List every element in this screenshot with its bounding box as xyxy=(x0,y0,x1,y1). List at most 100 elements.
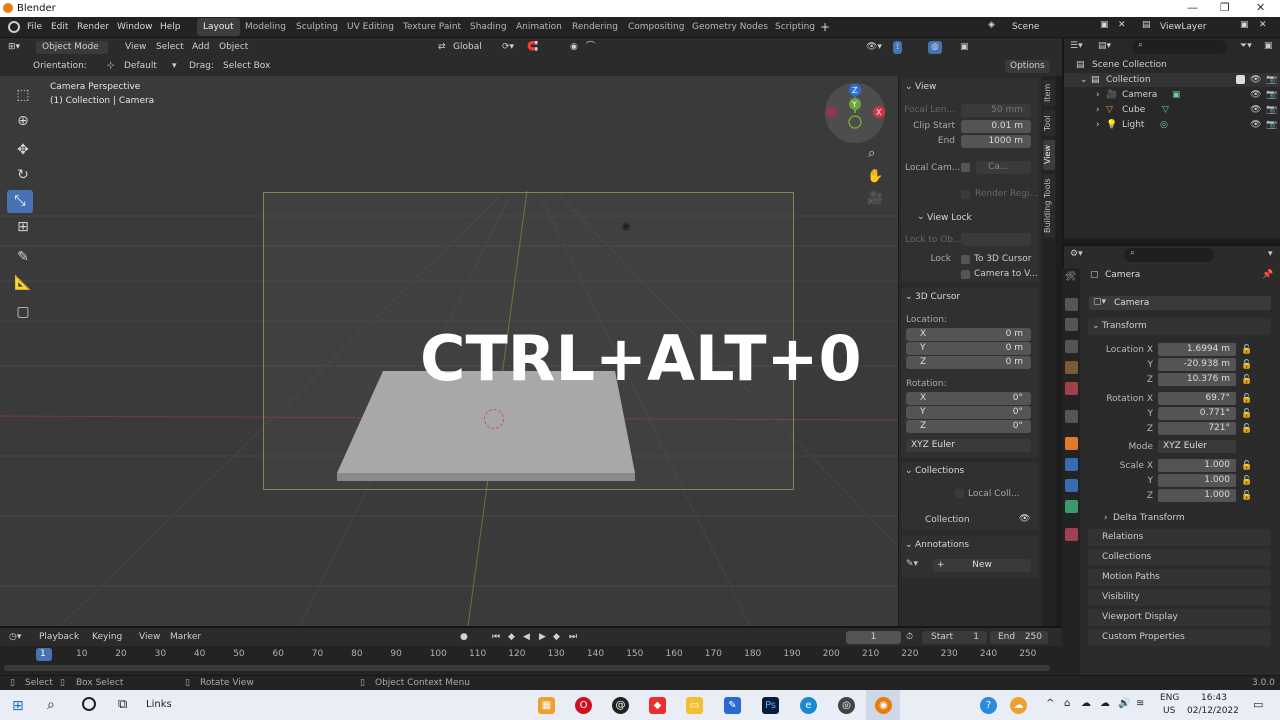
delta-transform-header[interactable]: Delta Transform xyxy=(1113,513,1185,523)
tab-texture-paint[interactable]: Texture Paint xyxy=(397,18,467,36)
collection-visibility-icon[interactable]: 👁 xyxy=(1019,514,1030,524)
snap-icon[interactable]: 🧲 xyxy=(527,41,538,54)
cursor-tool-icon[interactable]: ⊕ xyxy=(10,110,36,133)
visibility-panel-header[interactable]: Visibility xyxy=(1088,589,1271,606)
viewlayer-name[interactable]: ViewLayer xyxy=(1160,22,1206,32)
scale-y-field[interactable]: 1.000 xyxy=(1158,474,1236,487)
minimize-icon[interactable]: — xyxy=(1187,1,1198,14)
scale-x-field[interactable]: 1.000 xyxy=(1158,459,1236,472)
light-data-icon[interactable]: ◎ xyxy=(1160,118,1168,132)
menu-add[interactable]: Add xyxy=(192,41,209,54)
lock-location-z-icon[interactable]: 🔓 xyxy=(1241,375,1252,385)
play-icon[interactable]: ▶ xyxy=(539,631,546,644)
jump-start-icon[interactable]: ⏮ xyxy=(492,631,500,644)
editor-type-icon[interactable]: ⊞▾ xyxy=(8,41,20,54)
cortana-icon[interactable] xyxy=(82,697,96,711)
texture-tab-icon[interactable] xyxy=(1065,528,1078,541)
tab-item[interactable]: Item xyxy=(1043,80,1055,106)
edge-icon[interactable]: e xyxy=(800,697,817,714)
notifications-icon[interactable]: ▭ xyxy=(1253,698,1263,711)
maximize-icon[interactable]: ❐ xyxy=(1220,1,1230,14)
task-view-icon[interactable]: ⧉ xyxy=(118,697,127,712)
tool-tab-icon[interactable]: 🛠 xyxy=(1065,272,1078,285)
collection-render-icon[interactable]: 📷 xyxy=(1266,73,1277,87)
tab-modeling[interactable]: Modeling xyxy=(239,18,292,36)
blender-menu-icon[interactable] xyxy=(8,21,20,33)
focal-length-field[interactable]: 50 mm xyxy=(961,104,1031,117)
lock-rotation-y-icon[interactable]: 🔓 xyxy=(1241,409,1252,419)
output-tab-icon[interactable] xyxy=(1065,318,1078,331)
lock-scale-x-icon[interactable]: 🔓 xyxy=(1241,461,1252,471)
clip-start-field[interactable]: 0.01 m xyxy=(961,120,1031,133)
rotation-mode-dropdown[interactable]: XYZ Euler xyxy=(1158,440,1236,453)
camera-to-view-checkbox[interactable] xyxy=(961,270,970,279)
timeline[interactable]: 1 10 20 30 40 50 60 70 80 90 100 110 120 130 140 150 160… xyxy=(0,646,1062,675)
photoshop-icon[interactable]: Ps xyxy=(762,697,779,714)
tab-layout[interactable]: Layout xyxy=(197,18,240,36)
app-threads-icon[interactable]: @ xyxy=(612,697,629,714)
input-language[interactable]: ENG xyxy=(1160,693,1179,703)
cursor-z-field[interactable]: Z 0 m xyxy=(906,356,1031,369)
windows-start-icon[interactable]: ⊞ xyxy=(12,698,24,714)
taskbar-links[interactable]: Links xyxy=(146,699,172,710)
lock-rotation-x-icon[interactable]: 🔓 xyxy=(1241,394,1252,404)
cursor-y-field[interactable]: Y 0 m xyxy=(906,342,1031,355)
camera-data-icon[interactable]: ▣ xyxy=(1172,88,1181,102)
annotation-type-icon[interactable]: ✎▾ xyxy=(906,559,918,569)
tab-scripting[interactable]: Scripting xyxy=(769,18,821,36)
filter-icon[interactable]: ⏷▾ xyxy=(1240,41,1252,51)
rotation-z-field[interactable]: 721° xyxy=(1158,422,1236,435)
light-render-icon[interactable]: 📷 xyxy=(1266,118,1277,132)
local-collections-checkbox[interactable] xyxy=(955,489,964,498)
next-keyframe-icon[interactable]: ◆ xyxy=(553,631,560,644)
new-scene-icon[interactable]: ▣ xyxy=(1100,20,1109,30)
menu-select[interactable]: Select xyxy=(156,41,184,54)
add-workspace-icon[interactable]: + xyxy=(820,20,830,34)
menu-playback[interactable]: Playback xyxy=(39,631,79,644)
zoom-icon[interactable]: ⌕ xyxy=(868,146,875,161)
clock-date[interactable]: 02/12/2022 xyxy=(1187,706,1239,716)
volume-icon[interactable]: 🔊 xyxy=(1118,698,1130,709)
new-collection-icon[interactable]: ▣ xyxy=(1264,41,1273,51)
drag-dropdown[interactable]: Select Box xyxy=(223,60,270,73)
lock-to-object-field[interactable] xyxy=(961,233,1031,246)
navigation-gizmo[interactable]: Z Y X xyxy=(824,82,886,144)
stopwatch-icon[interactable]: ⏱ xyxy=(906,631,913,644)
lock-to-cursor-checkbox[interactable] xyxy=(961,255,970,264)
light-object-icon[interactable]: ✺ xyxy=(621,220,631,234)
pin-icon[interactable]: 📌 xyxy=(1262,270,1273,280)
menu-keying[interactable]: Keying xyxy=(92,631,122,644)
collections-title[interactable]: Collections xyxy=(915,466,964,476)
scale-tool-icon[interactable]: ⤡ xyxy=(7,190,33,213)
pan-hand-icon[interactable]: ✋ xyxy=(867,169,883,184)
menu-edit[interactable]: Edit xyxy=(51,22,68,32)
lock-location-x-icon[interactable]: 🔓 xyxy=(1241,345,1252,355)
play-reverse-icon[interactable]: ◀ xyxy=(523,631,530,644)
transform-panel-header[interactable]: Transform xyxy=(1088,318,1271,335)
select-tool-icon[interactable]: ⬚ xyxy=(10,84,36,107)
rotation-x-field[interactable]: 69.7° xyxy=(1158,392,1236,405)
scene-name[interactable]: Scene xyxy=(1012,22,1039,32)
local-camera-checkbox[interactable] xyxy=(961,163,970,172)
transform-tool-icon[interactable]: ⊞ xyxy=(10,216,36,239)
tray-chevron-icon[interactable]: ^ xyxy=(1046,698,1054,709)
camera-visibility-eye-icon[interactable]: 👁 xyxy=(1250,88,1261,102)
clock-time[interactable]: 16:43 xyxy=(1201,693,1227,703)
file-explorer-icon[interactable]: ▭ xyxy=(686,697,703,714)
view-section-title[interactable]: View xyxy=(915,82,936,92)
microsoft-store-icon[interactable]: ▦ xyxy=(538,697,555,714)
tab-building-tools[interactable]: Building Tools xyxy=(1043,174,1055,238)
custom-properties-panel-header[interactable]: Custom Properties xyxy=(1088,629,1271,646)
cursor-rot-z-field[interactable]: Z 0° xyxy=(906,420,1031,433)
opera-icon[interactable]: O xyxy=(575,697,592,714)
properties-editor-icon[interactable]: ⚙▾ xyxy=(1070,249,1083,259)
record-icon[interactable]: ● xyxy=(460,631,468,644)
cloud-icon[interactable]: ☁ xyxy=(1100,698,1110,709)
local-camera-field[interactable]: Ca... xyxy=(976,161,1031,174)
current-frame-field[interactable]: 1 xyxy=(846,631,901,644)
add-cube-tool-icon[interactable]: ▢ xyxy=(10,301,36,324)
lock-scale-y-icon[interactable]: 🔓 xyxy=(1241,476,1252,486)
input-region[interactable]: US xyxy=(1163,706,1175,716)
rotate-tool-icon[interactable]: ↻ xyxy=(10,164,36,187)
light-visibility-eye-icon[interactable]: 👁 xyxy=(1250,118,1261,132)
